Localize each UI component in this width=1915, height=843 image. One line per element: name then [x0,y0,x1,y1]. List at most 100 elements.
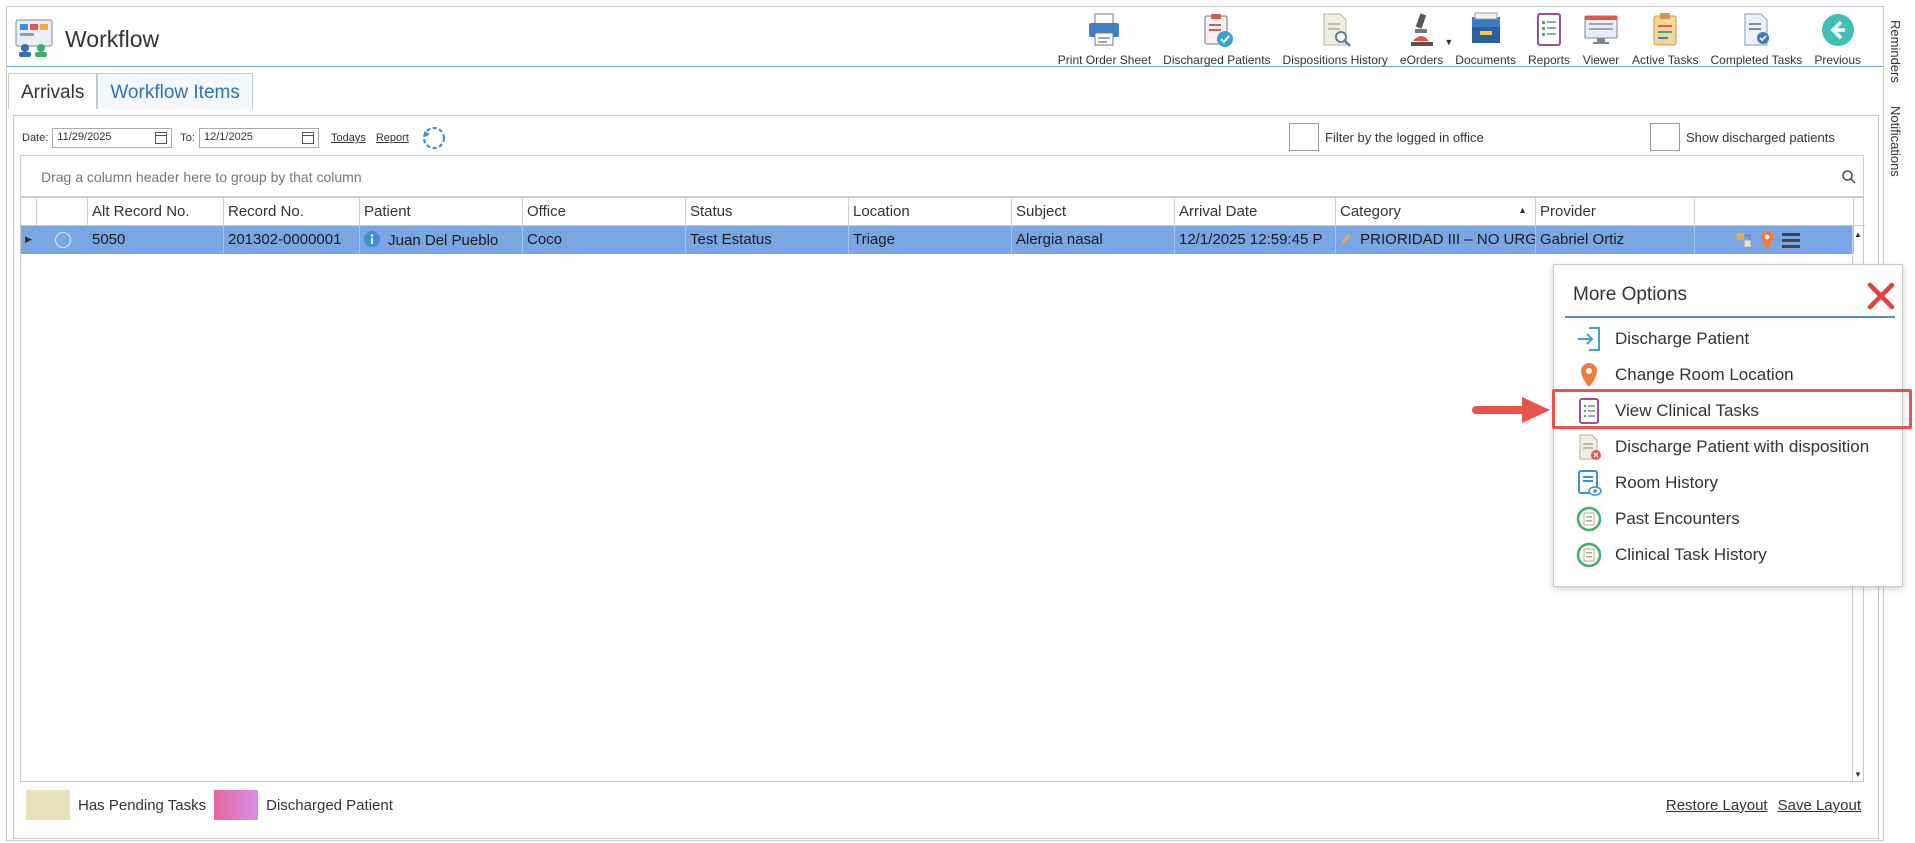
layout-links: Restore Layout Save Layout [1656,797,1861,814]
pending-legend-label: Has Pending Tasks [78,796,207,814]
room-move-icon[interactable] [1735,231,1753,249]
popup-title: More Options [1573,284,1688,305]
grid-header: Alt Record No. Record No. Patient Office… [21,198,1865,226]
date-to-input[interactable]: 12/1/2025 [198,128,319,148]
menu-change-room-location[interactable]: Change Room Location [1565,359,1903,391]
location-pin-icon[interactable] [1759,230,1775,250]
show-discharged-box[interactable] [1650,123,1680,151]
col-patient[interactable]: Patient [360,198,523,226]
menu-past-encounters[interactable]: Past Encounters [1565,503,1903,535]
documents-button[interactable]: Documents [1449,11,1522,67]
dispositions-history-label: Dispositions History [1282,53,1388,67]
close-icon[interactable] [1866,281,1896,311]
tab-workflow-items[interactable]: Workflow Items [97,73,253,109]
report-icon [1537,13,1561,46]
popup-separator [1565,316,1895,318]
document-view-icon [1578,470,1602,496]
eorders-button[interactable]: eOrders ▼ [1394,11,1453,67]
group-panel[interactable]: Drag a column header here to group by th… [20,155,1864,197]
menu-room-history[interactable]: Room History [1565,467,1903,499]
sign-in-arrow-icon [1578,327,1600,351]
discharged-patients-button[interactable]: Discharged Patients [1157,11,1276,67]
filter-office-box[interactable] [1289,123,1319,151]
group-hint: Drag a column header here to group by th… [41,169,362,185]
col-provider[interactable]: Provider [1536,198,1695,226]
report-link[interactable]: Report [376,132,409,144]
col-location[interactable]: Location [849,198,1012,226]
col-category-label: Category [1340,203,1401,220]
col-indicator [21,198,37,226]
tab-arrivals[interactable]: Arrivals [8,73,98,109]
cell-actions [1695,226,1854,254]
cell-provider: Gabriel Ortiz [1536,226,1695,254]
menu-clinical-task-history[interactable]: Clinical Task History [1565,539,1903,571]
menu-label: Discharge Patient with disposition [1615,437,1870,456]
menu-discharge-with-disposition[interactable]: Discharge Patient with disposition [1565,431,1903,463]
pointer-arrow-icon [1472,397,1550,423]
sort-ascending-icon: ▲ [1518,205,1527,215]
category-value: PRIORIDAD III – NO URG [1360,231,1536,248]
monitor-icon [1584,15,1618,44]
date-label: Date: [22,132,49,144]
document-search-icon [1323,13,1352,47]
menu-discharge-patient[interactable]: Discharge Patient [1565,323,1903,355]
pencil-icon [1341,233,1352,244]
restore-layout-link[interactable]: Restore Layout [1666,797,1768,814]
app-title: Workflow [65,26,160,52]
viewer-label: Viewer [1582,53,1620,67]
tab-bar: Arrivals Workflow Items [8,73,253,109]
filter-bar: Date: 11/29/2025 To: 12/1/2025 Todays Re… [22,126,447,150]
info-icon[interactable] [364,231,380,247]
table-row[interactable]: ▶ 5050 201302-0000001 Juan Del Pueblo Co… [21,226,1854,254]
col-subject[interactable]: Subject [1012,198,1175,226]
col-category[interactable]: Category ▲ [1336,198,1536,226]
calendar-icon[interactable] [301,132,314,144]
show-discharged-checkbox[interactable]: Show discharged patients [1650,123,1835,151]
col-office[interactable]: Office [523,198,686,226]
refresh-icon[interactable] [421,125,447,151]
filter-office-checkbox[interactable]: Filter by the logged in office [1289,123,1484,151]
back-arrow-icon [1821,14,1854,46]
previous-button[interactable]: Previous [1808,11,1867,67]
col-status[interactable]: Status [686,198,849,226]
scroll-down-icon[interactable]: ▼ [1854,770,1862,779]
row-select-radio[interactable] [55,232,71,248]
scroll-up-icon[interactable]: ▲ [1854,230,1862,239]
viewer-button[interactable]: Viewer [1576,11,1626,67]
eorders-dropdown-caret-icon[interactable]: ▼ [1444,37,1453,47]
show-discharged-label: Show discharged patients [1686,129,1835,145]
notifications-tab[interactable]: Notifications [1888,106,1903,177]
history-icon [1576,506,1602,532]
pending-swatch [26,790,70,820]
menu-label: Clinical Task History [1615,545,1767,564]
date-from-input[interactable]: 11/29/2025 [52,128,173,148]
cell-record: 201302-0000001 [224,226,360,254]
col-arrival-date[interactable]: Arrival Date [1175,198,1336,226]
col-actions [1695,198,1854,226]
reports-button[interactable]: Reports [1522,11,1576,67]
col-record[interactable]: Record No. [224,198,360,226]
col-select [37,198,88,226]
reminders-tab[interactable]: Reminders [1888,20,1903,83]
search-icon[interactable] [1841,169,1857,185]
history-icon [1576,542,1602,568]
inbox-tray-icon [1471,12,1500,43]
highlight-annotation [1552,389,1912,429]
cell-patient: Juan Del Pueblo [360,226,523,254]
todays-link[interactable]: Todays [331,132,366,144]
calendar-icon[interactable] [155,132,168,144]
active-tasks-label: Active Tasks [1632,53,1699,67]
dispositions-history-button[interactable]: Dispositions History [1277,11,1394,67]
save-layout-link[interactable]: Save Layout [1778,797,1861,814]
active-tasks-button[interactable]: Active Tasks [1626,11,1704,67]
print-order-sheet-label: Print Order Sheet [1057,53,1152,67]
cell-arrival-date: 12/1/2025 12:59:45 P [1175,226,1336,254]
more-options-menu-icon[interactable] [1781,230,1801,250]
print-order-sheet-button[interactable]: Print Order Sheet [1052,11,1157,67]
reports-label: Reports [1527,53,1571,67]
cell-category: PRIORIDAD III – NO URG [1336,226,1536,254]
clipboard-check-icon [1204,14,1233,47]
col-alt-record[interactable]: Alt Record No. [88,198,224,226]
completed-tasks-button[interactable]: Completed Tasks [1704,11,1808,67]
side-tabs: Reminders Notifications [1884,8,1914,208]
